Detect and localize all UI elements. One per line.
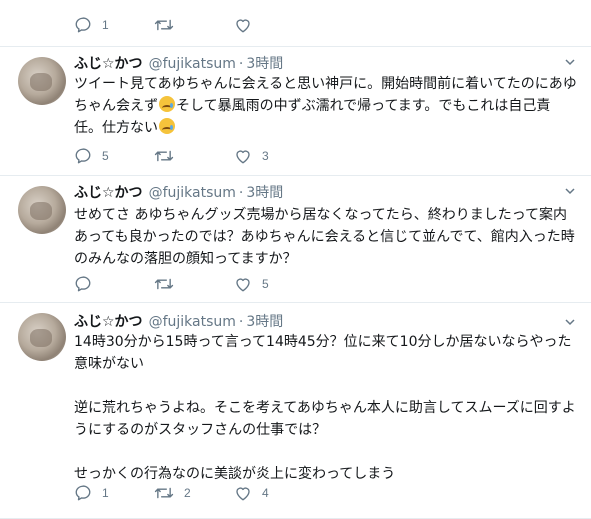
separator-dot: ·: [238, 314, 244, 330]
tweet-actions: 1 2 4: [74, 483, 374, 503]
crying-face-emoji: [159, 96, 175, 112]
display-name[interactable]: ふじ☆かつ: [74, 185, 143, 201]
retweet-icon: [154, 19, 174, 31]
like-count: 5: [262, 277, 269, 291]
separator-dot: ·: [238, 56, 244, 72]
like-count: 3: [262, 149, 269, 163]
tweet-header: ふじ☆かつ @fujikatsum · 3時間: [74, 53, 283, 73]
retweet-icon: [154, 278, 174, 290]
reply-icon: [75, 17, 91, 33]
reply-icon: [75, 276, 91, 292]
tweet[interactable]: ふじ☆かつ @fujikatsum · 3時間 せめてさ あゆちゃんグッズ売場から居な…: [0, 176, 591, 303]
like-count: 4: [262, 486, 269, 500]
tweet-header: ふじ☆かつ @fujikatsum · 3時間: [74, 182, 283, 202]
retweet-button[interactable]: [154, 146, 184, 166]
timestamp[interactable]: 3時間: [246, 185, 283, 201]
tweet-paragraph: せっかくの行為なのに美談が炎上に変わってしまう: [74, 466, 396, 482]
chevron-down-icon[interactable]: [565, 57, 575, 67]
heart-icon: [236, 487, 250, 501]
tweet[interactable]: ふじ☆かつ @fujikatsum · 3時間 ツイート見てあゆちゃんに会えると思い神…: [0, 47, 591, 176]
heart-icon: [236, 19, 250, 33]
timestamp[interactable]: 3時間: [246, 314, 283, 330]
heart-icon: [236, 278, 250, 292]
top-tweet-actions: 1: [74, 15, 374, 35]
tweet-header: ふじ☆かつ @fujikatsum · 3時間: [74, 311, 283, 331]
display-name[interactable]: ふじ☆かつ: [74, 314, 143, 330]
tweet-paragraph: 逆に荒れちゃうよね。そこを考えてあゆちゃん本人に助言してスムーズに回すようにする…: [74, 400, 576, 438]
retweet-count: 2: [184, 486, 191, 500]
avatar[interactable]: [18, 186, 66, 234]
timestamp[interactable]: 3時間: [246, 56, 283, 72]
reply-count: 1: [102, 486, 109, 500]
like-button[interactable]: 4: [234, 483, 269, 503]
username[interactable]: @fujikatsum: [149, 56, 236, 72]
retweet-button[interactable]: [154, 274, 184, 294]
tweet-paragraph: 14時30分から15時って言って14時45分？位に来て10分しか居ないならやった…: [74, 334, 572, 372]
chevron-down-icon[interactable]: [565, 317, 575, 327]
reply-count: 1: [102, 18, 109, 32]
retweet-icon: [154, 487, 174, 499]
tweet-actions: 5: [74, 274, 374, 294]
tweet-text: 14時30分から15時って言って14時45分？位に来て10分しか居ないならやった…: [74, 331, 578, 485]
separator-dot: ·: [238, 185, 244, 201]
reply-icon: [75, 485, 91, 501]
like-button[interactable]: 3: [234, 146, 269, 166]
username[interactable]: @fujikatsum: [149, 185, 236, 201]
heart-icon: [236, 150, 250, 164]
reply-button[interactable]: 1: [74, 483, 109, 503]
reply-button[interactable]: 5: [74, 146, 109, 166]
like-button[interactable]: 5: [234, 274, 269, 294]
avatar[interactable]: [18, 57, 66, 105]
avatar[interactable]: [18, 313, 66, 361]
tweet-text: せめてさ あゆちゃんグッズ売場から居なくなってたら、終わりましたって案内あっても…: [74, 204, 578, 270]
reply-icon: [75, 148, 91, 164]
tweet[interactable]: ふじ☆かつ @fujikatsum · 3時間 14時30分から15時って言って14時…: [0, 303, 591, 519]
reply-button[interactable]: 1: [74, 15, 109, 35]
tweet-paragraph: せめてさ あゆちゃんグッズ売場から居なくなってたら、終わりましたって案内あっても…: [74, 207, 575, 267]
retweet-button[interactable]: 2: [154, 483, 191, 503]
tweet-actions: 5 3: [74, 146, 374, 166]
retweet-icon: [154, 150, 174, 162]
like-button[interactable]: [234, 15, 262, 35]
crying-face-emoji: [159, 118, 175, 134]
chevron-down-icon[interactable]: [565, 186, 575, 196]
retweet-button[interactable]: [154, 15, 184, 35]
username[interactable]: @fujikatsum: [149, 314, 236, 330]
display-name[interactable]: ふじ☆かつ: [74, 56, 143, 72]
reply-button[interactable]: [74, 274, 102, 294]
tweet-text: ツイート見てあゆちゃんに会えると思い神戸に。開始時間前に着いてたのにあゆちゃん会…: [74, 73, 578, 139]
reply-count: 5: [102, 149, 109, 163]
